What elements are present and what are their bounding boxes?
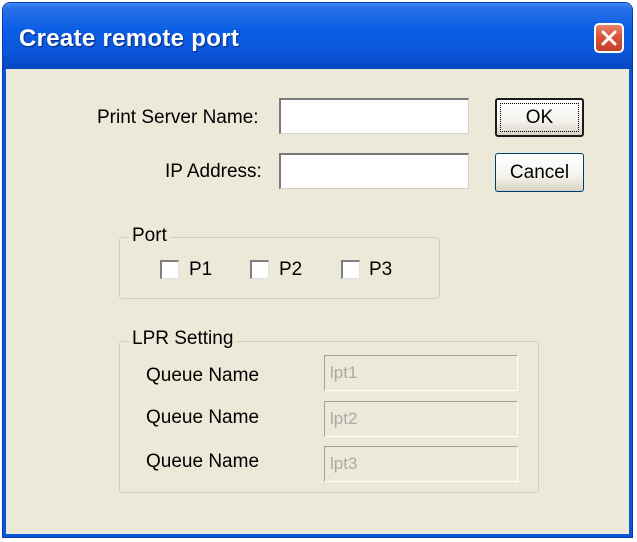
queue-name-input-1[interactable]: lpt1: [324, 355, 518, 391]
window-frame-left: [3, 69, 6, 537]
queue-name-label-3: Queue Name: [146, 451, 260, 472]
queue-name-input-2[interactable]: lpt2: [324, 401, 518, 437]
ip-address-label: IP Address:: [165, 161, 262, 182]
ok-button[interactable]: OK: [495, 98, 584, 137]
close-button[interactable]: [594, 23, 624, 53]
focus-rectangle: [500, 103, 579, 132]
queue-name-input-3[interactable]: lpt3: [324, 446, 518, 482]
window-frame-right: [629, 69, 632, 537]
cancel-button-label: Cancel: [509, 161, 570, 183]
port-group-legend: Port: [129, 225, 170, 247]
p1-checkbox[interactable]: [160, 260, 179, 279]
p3-label: P3: [369, 259, 393, 280]
print-server-name-input[interactable]: [279, 98, 469, 134]
window-title: Create remote port: [19, 25, 240, 52]
title-bar[interactable]: Create remote port: [3, 3, 632, 69]
queue-name-label-2: Queue Name: [146, 407, 260, 428]
lpr-setting-legend: LPR Setting: [129, 328, 237, 350]
p1-label: P1: [189, 259, 213, 280]
print-server-name-label: Print Server Name:: [97, 107, 259, 128]
ip-address-input[interactable]: [279, 153, 469, 189]
close-icon: [601, 30, 617, 46]
p2-label: P2: [279, 259, 303, 280]
queue-name-label-1: Queue Name: [146, 365, 260, 386]
window-frame-bottom: [3, 534, 632, 537]
dialog-window: Create remote port Print Server Name: IP…: [2, 2, 633, 538]
cancel-button[interactable]: Cancel: [495, 153, 584, 192]
p3-checkbox[interactable]: [341, 260, 360, 279]
p2-checkbox[interactable]: [250, 260, 269, 279]
